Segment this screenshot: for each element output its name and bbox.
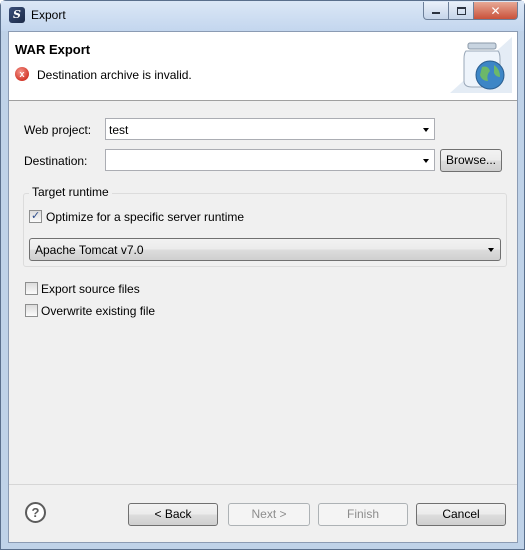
target-runtime-group: Target runtime Optimize for a specific s…	[23, 185, 507, 267]
caption-buttons: ✕	[423, 2, 518, 20]
eclipse-app-icon: S	[9, 7, 25, 23]
back-button[interactable]: < Back	[128, 503, 218, 526]
cancel-button[interactable]: Cancel	[416, 503, 506, 526]
target-runtime-title: Target runtime	[29, 185, 112, 199]
wizard-banner: WAR Export x Destination archive is inva…	[9, 32, 517, 101]
chevron-down-icon	[488, 248, 494, 252]
maximize-button[interactable]	[449, 2, 474, 20]
error-message: Destination archive is invalid.	[37, 68, 192, 82]
overwrite-file-label[interactable]: Overwrite existing file	[41, 304, 155, 318]
export-source-label[interactable]: Export source files	[41, 282, 140, 296]
web-project-value: test	[109, 123, 129, 137]
browse-button[interactable]: Browse...	[440, 149, 502, 172]
close-icon: ✕	[490, 3, 501, 18]
optimize-runtime-checkbox[interactable]	[29, 209, 42, 223]
minimize-icon	[432, 12, 440, 14]
finish-button[interactable]: Finish	[318, 503, 408, 526]
server-runtime-combo[interactable]: Apache Tomcat v7.0	[29, 238, 501, 261]
export-window: S Export ✕ WAR Export x Destination arch…	[0, 0, 525, 550]
next-button[interactable]: Next >	[228, 503, 310, 526]
title-bar[interactable]: S Export ✕	[1, 1, 524, 31]
dialog-client-area: WAR Export x Destination archive is inva…	[8, 31, 518, 543]
chevron-down-icon	[423, 128, 429, 132]
chevron-down-icon	[423, 159, 429, 163]
overwrite-file-checkbox[interactable]	[25, 304, 38, 317]
footer-separator	[9, 484, 517, 485]
error-icon: x	[15, 67, 29, 81]
export-source-checkbox[interactable]	[25, 282, 38, 295]
destination-combo[interactable]	[105, 149, 435, 171]
help-icon[interactable]: ?	[25, 502, 46, 523]
minimize-button[interactable]	[423, 2, 449, 20]
web-project-combo[interactable]: test	[105, 118, 435, 140]
maximize-icon	[456, 6, 466, 15]
jar-globe-icon	[450, 37, 512, 93]
close-button[interactable]: ✕	[474, 2, 518, 20]
wizard-title: WAR Export	[15, 42, 91, 57]
server-runtime-value: Apache Tomcat v7.0	[35, 243, 144, 257]
optimize-runtime-label[interactable]: Optimize for a specific server runtime	[46, 210, 244, 224]
destination-label: Destination:	[24, 154, 88, 168]
web-project-label: Web project:	[24, 123, 92, 137]
window-title: Export	[31, 8, 66, 22]
